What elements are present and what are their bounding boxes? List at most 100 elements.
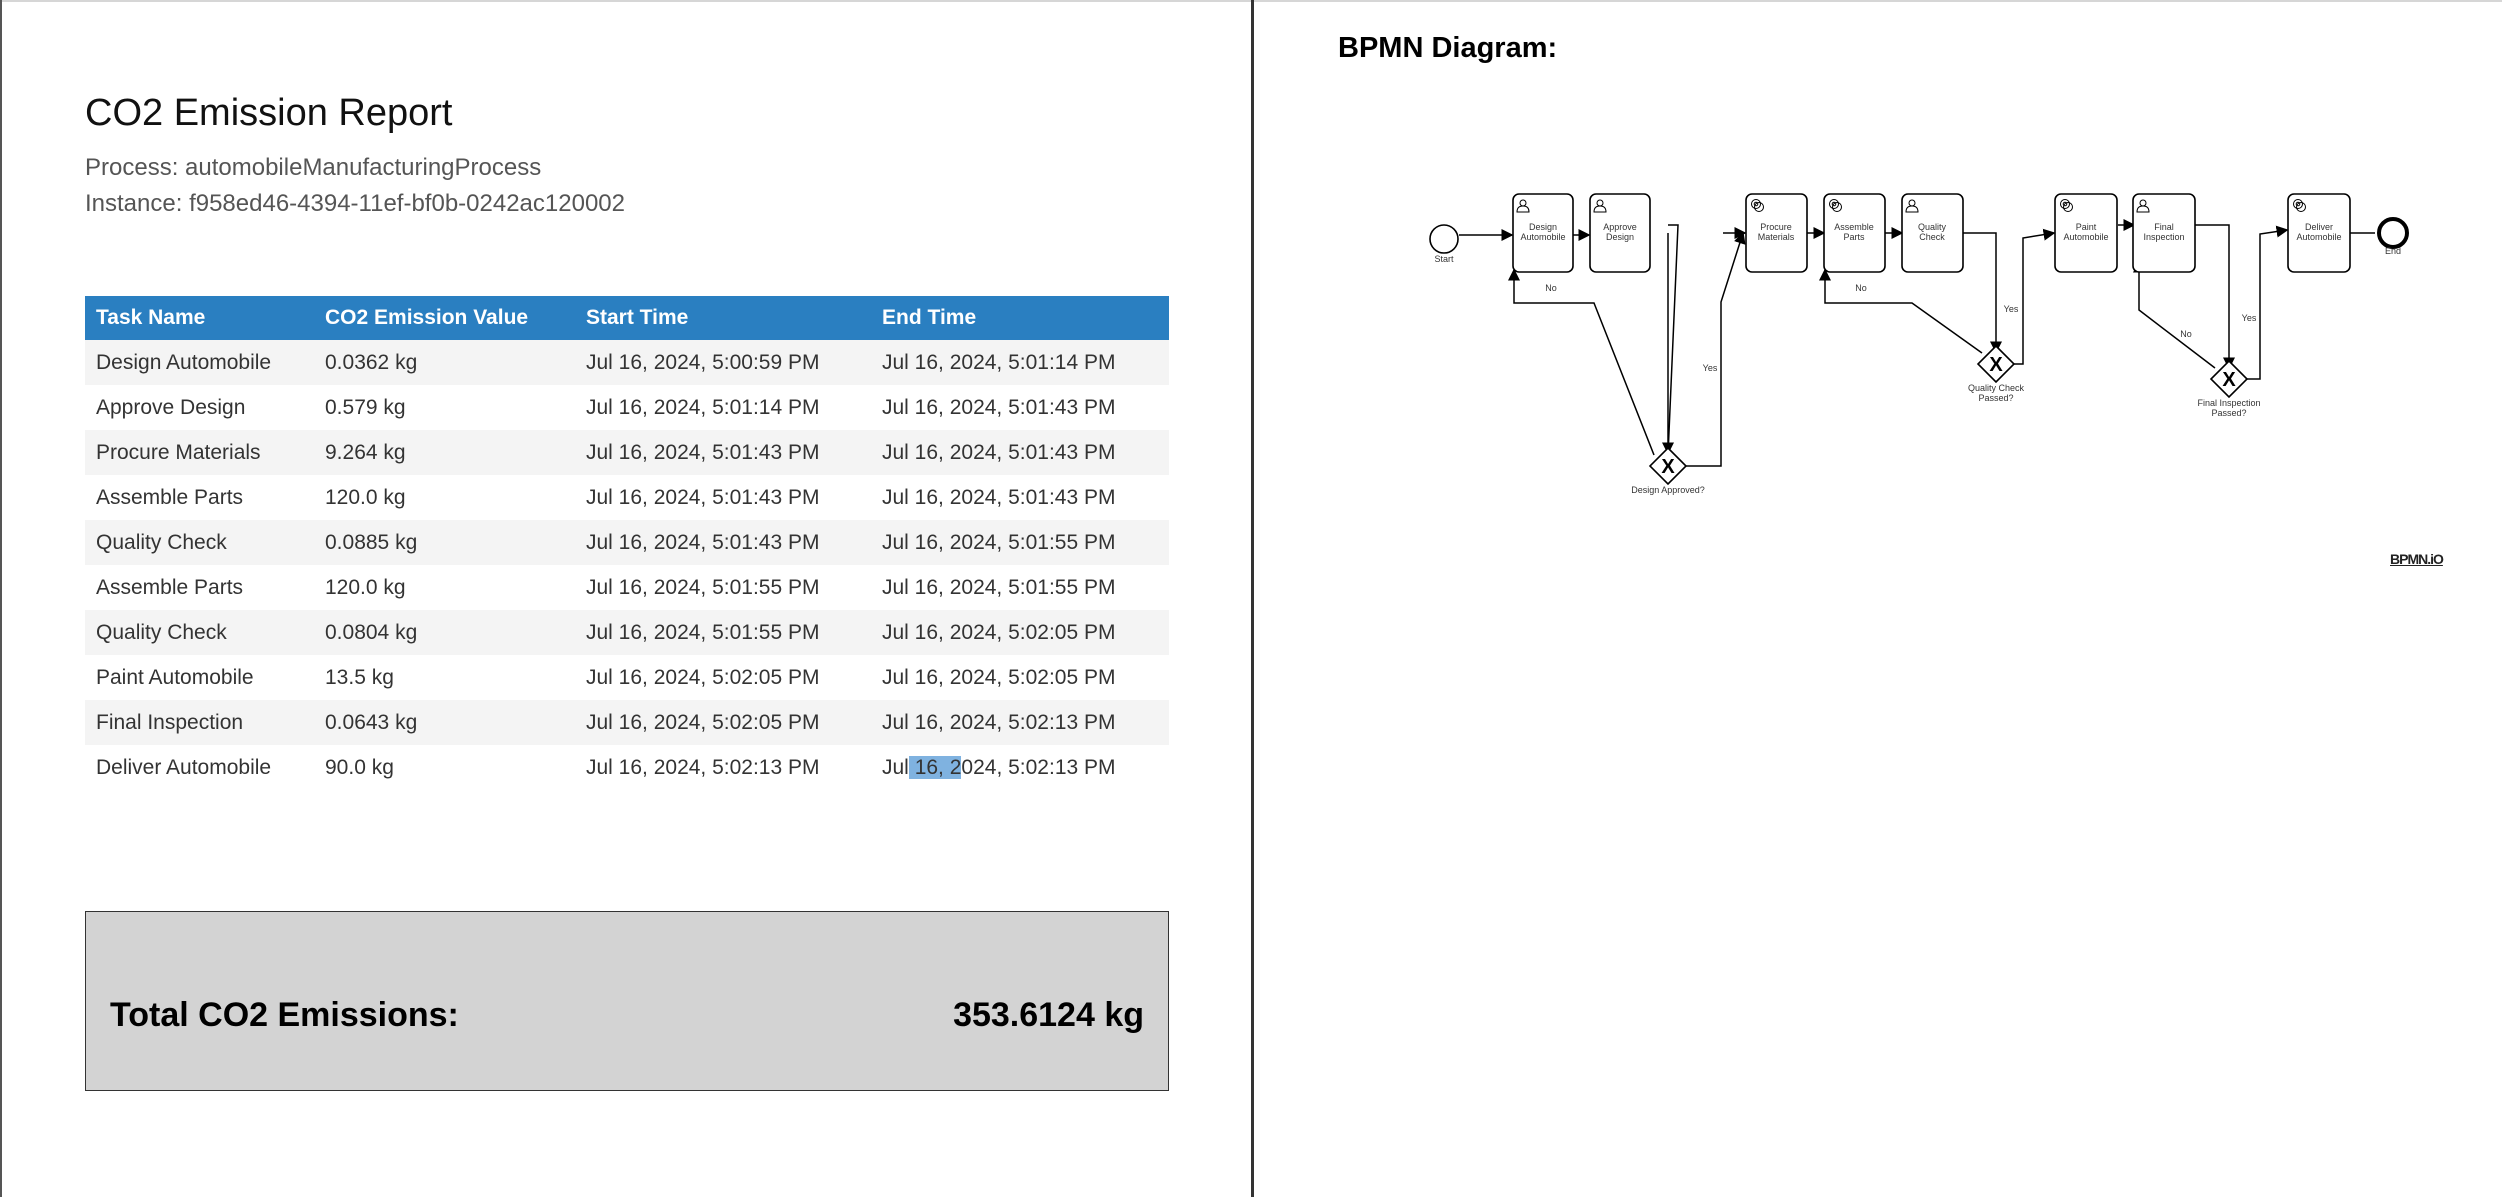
flow-label-yes: Yes <box>2242 313 2257 323</box>
header-start-time: Start Time <box>575 296 871 340</box>
start-time-cell: Jul 16, 2024, 5:02:05 PM <box>575 700 871 745</box>
end-time-cell[interactable]: Jul 16, 2024, 5:02:13 PM <box>871 745 1169 790</box>
task-label: Deliver <box>2305 222 2333 232</box>
gateway-label: Design Approved? <box>1631 485 1705 495</box>
task-name-cell: Quality Check <box>85 610 314 655</box>
end-time-cell: Jul 16, 2024, 5:02:13 PM <box>871 700 1169 745</box>
co2-value-cell: 0.579 kg <box>314 385 575 430</box>
bpmn-page: BPMN Diagram: X X X Start End Design Aut… <box>1254 0 2502 1197</box>
end-time-cell: Jul 16, 2024, 5:01:43 PM <box>871 385 1169 430</box>
task-label: Procure <box>1760 222 1792 232</box>
co2-value-cell: 0.0885 kg <box>314 520 575 565</box>
task-label: Design <box>1529 222 1557 232</box>
emissions-table: Task Name CO2 Emission Value Start Time … <box>85 296 1169 790</box>
task-label: Automobile <box>1520 232 1565 242</box>
task-name-cell: Approve Design <box>85 385 314 430</box>
gateway-quality-check: X <box>1976 344 2016 384</box>
end-time-part: 024, 5:02:13 PM <box>961 755 1116 779</box>
end-time-part: Jul <box>882 755 909 779</box>
task-name-cell: Design Automobile <box>85 340 314 385</box>
table-row: Quality Check 0.0804 kg Jul 16, 2024, 5:… <box>85 610 1169 655</box>
start-time-cell: Jul 16, 2024, 5:02:05 PM <box>575 655 871 700</box>
end-label: End <box>2385 246 2401 256</box>
bpmn-diagram: X X X Start End Design Automobile Approv… <box>1429 193 2409 495</box>
gateway-label: Final Inspection <box>2197 398 2260 408</box>
task-name-cell: Procure Materials <box>85 430 314 475</box>
table-row: Paint Automobile 13.5 kg Jul 16, 2024, 5… <box>85 655 1169 700</box>
table-row: Design Automobile 0.0362 kg Jul 16, 2024… <box>85 340 1169 385</box>
co2-value-cell: 90.0 kg <box>314 745 575 790</box>
task-label: Parts <box>1843 232 1865 242</box>
end-time-cell: Jul 16, 2024, 5:01:43 PM <box>871 475 1169 520</box>
table-row: Deliver Automobile 90.0 kg Jul 16, 2024,… <box>85 745 1169 790</box>
end-time-cell: Jul 16, 2024, 5:01:55 PM <box>871 565 1169 610</box>
co2-value-cell: 13.5 kg <box>314 655 575 700</box>
task-label: Paint <box>2076 222 2097 232</box>
svg-text:X: X <box>1989 354 2003 376</box>
task-name-cell: Deliver Automobile <box>85 745 314 790</box>
svg-text:X: X <box>1661 456 1675 478</box>
header-co2-value: CO2 Emission Value <box>314 296 575 340</box>
task-name-cell: Assemble Parts <box>85 475 314 520</box>
table-row: Assemble Parts 120.0 kg Jul 16, 2024, 5:… <box>85 475 1169 520</box>
table-row: Procure Materials 9.264 kg Jul 16, 2024,… <box>85 430 1169 475</box>
header-task-name: Task Name <box>85 296 314 340</box>
co2-value-cell: 0.0362 kg <box>314 340 575 385</box>
total-emissions-label: Total CO2 Emissions: <box>110 996 459 1034</box>
flow-label-no: No <box>2180 329 2192 339</box>
end-event <box>2377 217 2409 249</box>
start-time-cell: Jul 16, 2024, 5:01:14 PM <box>575 385 871 430</box>
start-time-cell: Jul 16, 2024, 5:01:43 PM <box>575 520 871 565</box>
table-header-row: Task Name CO2 Emission Value Start Time … <box>85 296 1169 340</box>
svg-text:X: X <box>2222 369 2236 391</box>
task-label: Approve <box>1603 222 1637 232</box>
task-name-cell: Assemble Parts <box>85 565 314 610</box>
task-name-cell: Final Inspection <box>85 700 314 745</box>
task-name-cell: Paint Automobile <box>85 655 314 700</box>
flow-label-yes: Yes <box>2004 304 2019 314</box>
total-emissions-value: 353.6124 kg <box>953 996 1144 1034</box>
co2-value-cell: 120.0 kg <box>314 475 575 520</box>
table-row: Final Inspection 0.0643 kg Jul 16, 2024,… <box>85 700 1169 745</box>
start-time-cell: Jul 16, 2024, 5:01:55 PM <box>575 610 871 655</box>
gateway-final-inspection: X <box>2209 359 2249 399</box>
task-label: Final <box>2154 222 2174 232</box>
gateway-design-approved: X <box>1648 446 1688 486</box>
task-label: Inspection <box>2143 232 2184 242</box>
gateway-label: Passed? <box>1978 393 2013 403</box>
total-emissions-box: Total CO2 Emissions: 353.6124 kg <box>85 911 1169 1091</box>
process-name: Process: automobileManufacturingProcess <box>85 154 542 181</box>
flow-label-no: No <box>1855 283 1867 293</box>
table-row: Approve Design 0.579 kg Jul 16, 2024, 5:… <box>85 385 1169 430</box>
report-page: CO2 Emission Report Process: automobileM… <box>0 0 1251 1197</box>
task-label: Design <box>1606 232 1634 242</box>
task-label: Materials <box>1758 232 1795 242</box>
co2-value-cell: 0.0643 kg <box>314 700 575 745</box>
end-time-cell: Jul 16, 2024, 5:02:05 PM <box>871 610 1169 655</box>
start-time-cell: Jul 16, 2024, 5:00:59 PM <box>575 340 871 385</box>
instance-id: Instance: f958ed46-4394-11ef-bf0b-0242ac… <box>85 190 625 217</box>
task-label: Check <box>1919 232 1945 242</box>
start-time-cell: Jul 16, 2024, 5:01:43 PM <box>575 430 871 475</box>
end-time-cell: Jul 16, 2024, 5:01:55 PM <box>871 520 1169 565</box>
flow-label-yes: Yes <box>1703 363 1718 373</box>
text-selection-highlight: 16, 2 <box>908 755 962 779</box>
table-row: Quality Check 0.0885 kg Jul 16, 2024, 5:… <box>85 520 1169 565</box>
co2-value-cell: 0.0804 kg <box>314 610 575 655</box>
start-time-cell: Jul 16, 2024, 5:01:43 PM <box>575 475 871 520</box>
end-time-cell: Jul 16, 2024, 5:01:14 PM <box>871 340 1169 385</box>
flow-label-no: No <box>1545 283 1557 293</box>
task-label: Quality <box>1918 222 1947 232</box>
task-label: Automobile <box>2296 232 2341 242</box>
task-label: Automobile <box>2063 232 2108 242</box>
report-title: CO2 Emission Report <box>85 92 453 134</box>
co2-value-cell: 9.264 kg <box>314 430 575 475</box>
bpmn-io-watermark[interactable]: BPMN.iO <box>2390 551 2444 567</box>
header-end-time: End Time <box>871 296 1169 340</box>
end-time-cell: Jul 16, 2024, 5:01:43 PM <box>871 430 1169 475</box>
task-name-cell: Quality Check <box>85 520 314 565</box>
start-event <box>1429 224 1459 254</box>
start-time-cell: Jul 16, 2024, 5:01:55 PM <box>575 565 871 610</box>
task-label: Assemble <box>1834 222 1874 232</box>
start-time-cell: Jul 16, 2024, 5:02:13 PM <box>575 745 871 790</box>
